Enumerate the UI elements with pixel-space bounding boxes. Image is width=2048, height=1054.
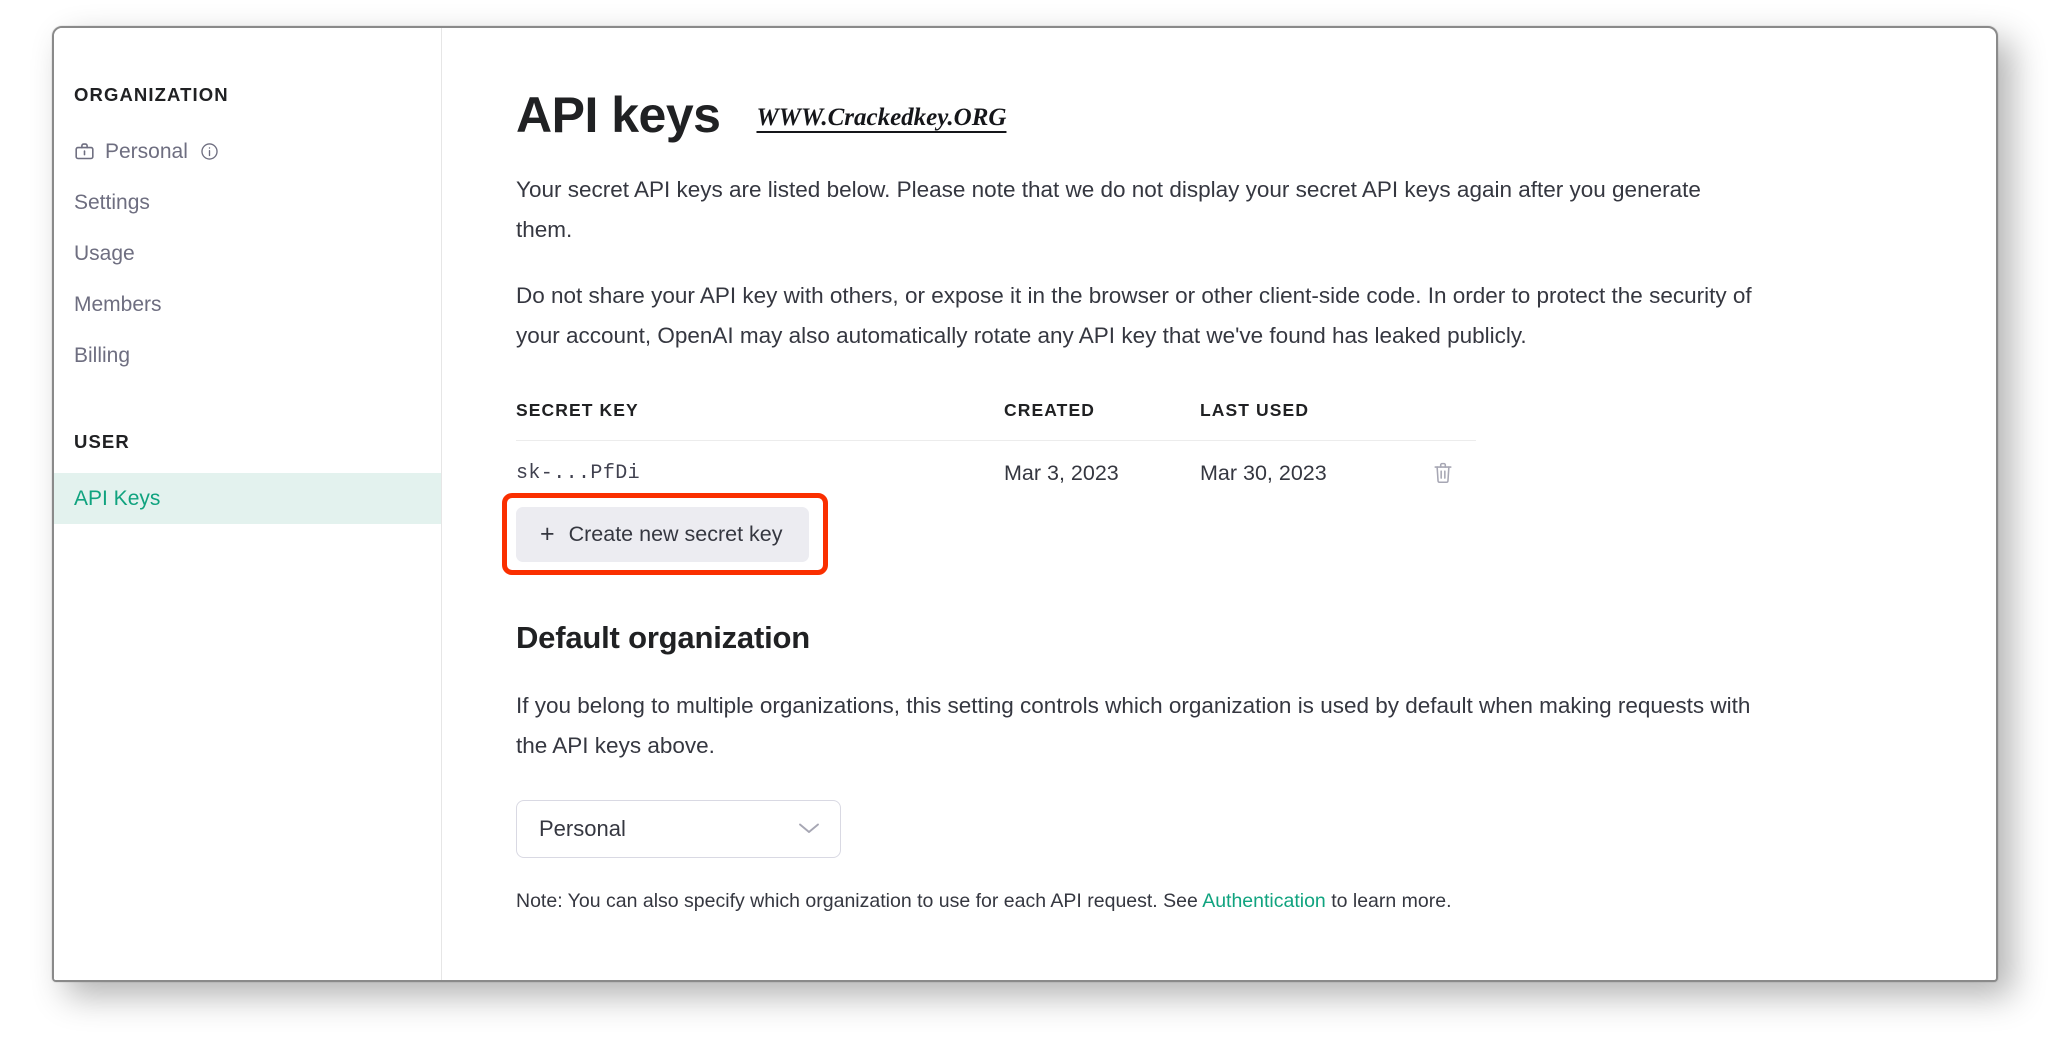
authentication-link[interactable]: Authentication <box>1202 890 1326 912</box>
sidebar-item-label: Settings <box>74 191 150 214</box>
select-value: Personal <box>539 816 626 842</box>
sidebar-item-usage[interactable]: Usage <box>54 228 441 279</box>
create-button-label: Create new secret key <box>568 522 783 547</box>
column-header-created: CREATED <box>1004 400 1095 421</box>
sidebar-item-label: Billing <box>74 344 131 367</box>
api-keys-table: SECRET KEY CREATED LAST USED sk-...PfDi … <box>516 400 1476 505</box>
table-header-row: SECRET KEY CREATED LAST USED <box>516 400 1476 442</box>
intro-paragraph-1: Your secret API keys are listed below. P… <box>516 177 1701 243</box>
watermark-text: WWW.Crackedkey.ORG <box>756 104 1007 131</box>
sidebar-item-billing[interactable]: Billing <box>54 330 441 381</box>
cell-created: Mar 3, 2023 <box>1004 460 1119 485</box>
info-icon[interactable] <box>200 142 219 161</box>
sidebar: ORGANIZATION Personal Settings Usage Mem… <box>54 28 442 980</box>
sidebar-item-settings[interactable]: Settings <box>54 177 441 228</box>
sidebar-heading-organization: ORGANIZATION <box>74 84 229 105</box>
plus-icon: + <box>540 520 555 549</box>
main-content: API keys WWW.Crackedkey.ORG Your secret … <box>442 28 1996 980</box>
sidebar-item-api-keys[interactable]: API Keys <box>54 473 441 524</box>
sidebar-item-label: Usage <box>74 242 135 265</box>
app-window: ORGANIZATION Personal Settings Usage Mem… <box>52 26 1998 982</box>
default-organization-heading: Default organization <box>516 620 810 656</box>
sidebar-item-label: API Keys <box>74 487 161 510</box>
briefcase-icon <box>74 141 95 162</box>
intro-paragraph-2: Do not share your API key with others, o… <box>516 283 1752 349</box>
table-row: sk-...PfDi Mar 3, 2023 Mar 30, 2023 <box>516 441 1476 505</box>
sidebar-item-label: Members <box>74 293 162 316</box>
organization-note: Note: You can also specify which organiz… <box>516 890 1996 913</box>
cell-actions <box>1410 461 1476 485</box>
default-organization-select[interactable]: Personal <box>516 800 841 859</box>
column-header-secret-key: SECRET KEY <box>516 400 639 421</box>
title-row: API keys WWW.Crackedkey.ORG <box>516 90 1996 140</box>
sidebar-item-personal[interactable]: Personal <box>54 126 441 177</box>
note-text-before: Note: You can also specify which organiz… <box>516 890 1203 913</box>
trash-icon[interactable] <box>1432 461 1454 485</box>
chevron-down-icon <box>796 816 822 842</box>
create-key-container: + Create new secret key <box>502 493 846 576</box>
column-header-last-used: LAST USED <box>1200 400 1310 421</box>
cell-last-used: Mar 30, 2023 <box>1200 460 1327 485</box>
page-title: API keys <box>516 87 721 143</box>
note-text-after: to learn more. <box>1325 890 1452 913</box>
sidebar-heading-user: USER <box>74 431 130 452</box>
cell-secret-key: sk-...PfDi <box>516 461 641 485</box>
sidebar-item-label: Personal <box>105 140 188 163</box>
sidebar-item-members[interactable]: Members <box>54 279 441 330</box>
create-new-secret-key-button[interactable]: + Create new secret key <box>516 507 809 563</box>
default-organization-description: If you belong to multiple organizations,… <box>516 693 1751 759</box>
